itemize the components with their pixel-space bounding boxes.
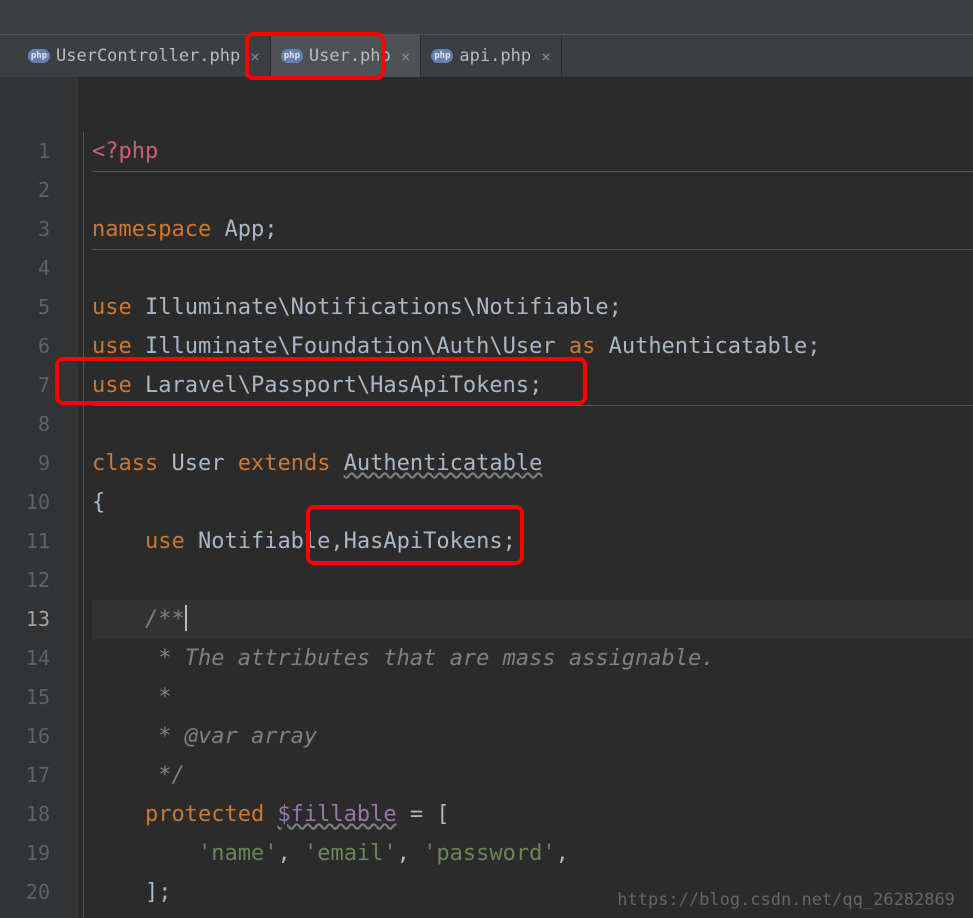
line-number: 8 <box>0 405 78 444</box>
code-line: class User extends Authenticatable <box>92 444 973 483</box>
tab-user[interactable]: php User.php × <box>271 35 422 77</box>
line-number: 20 <box>0 873 78 912</box>
line-number: 18 <box>0 795 78 834</box>
text-cursor <box>185 605 187 631</box>
watermark: https://blog.csdn.net/qq_26282869 <box>617 890 955 910</box>
line-number: 15 <box>0 678 78 717</box>
code-area[interactable]: <?php namespace App; use Illuminate\Noti… <box>78 77 973 918</box>
code-line: use Illuminate\Foundation\Auth\User as A… <box>92 327 973 366</box>
line-number: 5 <box>0 288 78 327</box>
tab-label: User.php <box>309 46 391 66</box>
line-number: 7 <box>0 366 78 405</box>
close-icon[interactable]: × <box>541 47 551 66</box>
code-line: 'name', 'email', 'password', <box>92 834 973 873</box>
code-line: use Illuminate\Notifications\Notifiable; <box>92 288 973 327</box>
php-icon: php <box>28 49 50 63</box>
code-line: /** <box>92 600 973 639</box>
tab-label: UserController.php <box>56 46 240 66</box>
titlebar <box>0 0 973 35</box>
code-line: * The attributes that are mass assignabl… <box>92 639 973 678</box>
code-line: use Notifiable,HasApiTokens; <box>92 522 973 561</box>
code-line <box>92 249 973 288</box>
line-number: 19 <box>0 834 78 873</box>
code-line: * @var array <box>92 717 973 756</box>
line-number: 1 <box>0 132 78 171</box>
php-icon: php <box>431 49 453 63</box>
line-number: 2 <box>0 171 78 210</box>
line-number: 13 <box>0 600 78 639</box>
line-number: 17 <box>0 756 78 795</box>
line-number: 10 <box>0 483 78 522</box>
code-line: * <box>92 678 973 717</box>
line-number: 11 <box>0 522 78 561</box>
tab-usercontroller[interactable]: php UserController.php × <box>18 35 271 77</box>
line-number: 9 <box>0 444 78 483</box>
editor[interactable]: 1 2 3 4 5 6 7 8 9 10 11 12 13 14 15 16 1… <box>0 77 973 918</box>
code-line: */ <box>92 756 973 795</box>
line-number: 14 <box>0 639 78 678</box>
gutter: 1 2 3 4 5 6 7 8 9 10 11 12 13 14 15 16 1… <box>0 77 78 918</box>
code-line <box>92 405 973 444</box>
code-line: { <box>92 483 973 522</box>
line-number: 3 <box>0 210 78 249</box>
tab-api[interactable]: php api.php × <box>421 35 561 77</box>
code-line: use Laravel\Passport\HasApiTokens; <box>92 366 973 405</box>
code-line <box>92 561 973 600</box>
line-number: 6 <box>0 327 78 366</box>
tab-label: api.php <box>459 46 531 66</box>
close-icon[interactable]: × <box>250 47 260 66</box>
code-line: namespace App; <box>92 210 973 249</box>
line-number: 12 <box>0 561 78 600</box>
tab-bar: php UserController.php × php User.php × … <box>0 35 973 77</box>
line-number: 16 <box>0 717 78 756</box>
code-line <box>92 171 973 210</box>
close-icon[interactable]: × <box>401 47 411 66</box>
line-number: 4 <box>0 249 78 288</box>
php-icon: php <box>281 49 303 63</box>
code-line: protected $fillable = [ <box>92 795 973 834</box>
code-line: <?php <box>92 132 973 171</box>
